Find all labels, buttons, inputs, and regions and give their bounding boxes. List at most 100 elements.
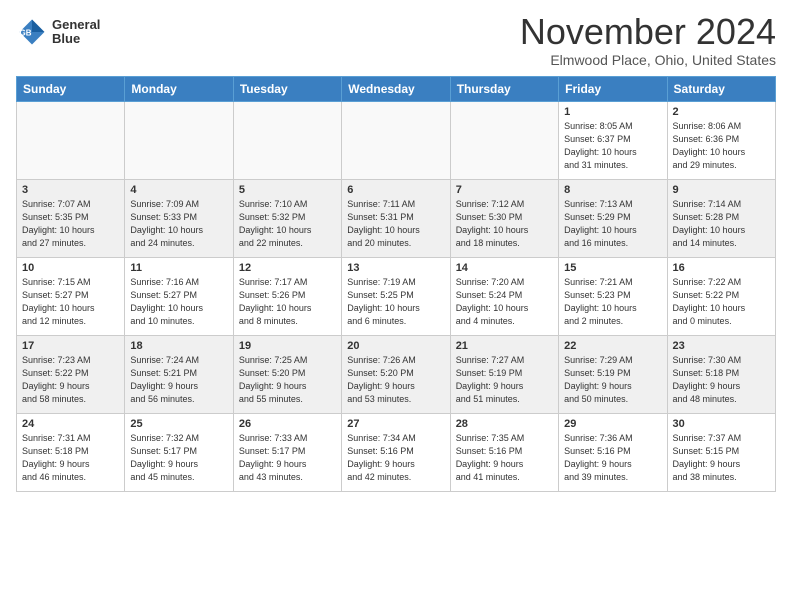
day-number: 7	[456, 184, 553, 196]
day-info: Sunrise: 7:30 AMSunset: 5:18 PMDaylight:…	[673, 354, 770, 406]
day-info: Sunrise: 7:17 AMSunset: 5:26 PMDaylight:…	[239, 276, 336, 328]
day-info: Sunrise: 7:19 AMSunset: 5:25 PMDaylight:…	[347, 276, 444, 328]
weekday-header-thursday: Thursday	[450, 76, 558, 101]
calendar-cell: 7 Sunrise: 7:12 AMSunset: 5:30 PMDaylight…	[450, 179, 558, 257]
day-info: Sunrise: 7:35 AMSunset: 5:16 PMDaylight:…	[456, 432, 553, 484]
day-info: Sunrise: 8:05 AMSunset: 6:37 PMDaylight:…	[564, 120, 661, 172]
calendar-cell	[450, 101, 558, 179]
day-number: 27	[347, 418, 444, 430]
day-number: 5	[239, 184, 336, 196]
calendar-cell: 16 Sunrise: 7:22 AMSunset: 5:22 PMDayligh…	[667, 257, 775, 335]
calendar-cell: 29Sunrise: 7:36 AMSunset: 5:16 PMDayligh…	[559, 413, 667, 491]
day-info: Sunrise: 7:32 AMSunset: 5:17 PMDaylight:…	[130, 432, 227, 484]
day-number: 23	[673, 340, 770, 352]
weekday-header-saturday: Saturday	[667, 76, 775, 101]
calendar-cell: 2Sunrise: 8:06 AMSunset: 6:36 PMDaylight…	[667, 101, 775, 179]
calendar-cell: 24 Sunrise: 7:31 AMSunset: 5:18 PMDayligh…	[17, 413, 125, 491]
calendar-cell: 28 Sunrise: 7:35 AMSunset: 5:16 PMDayligh…	[450, 413, 558, 491]
day-number: 4	[130, 184, 227, 196]
day-number: 28	[456, 418, 553, 430]
title-block: November 2024 Elmwood Place, Ohio, Unite…	[520, 12, 776, 68]
calendar-cell: 23 Sunrise: 7:30 AMSunset: 5:18 PMDayligh…	[667, 335, 775, 413]
calendar-cell	[17, 101, 125, 179]
weekday-header-friday: Friday	[559, 76, 667, 101]
day-number: 21	[456, 340, 553, 352]
calendar-cell: 26 Sunrise: 7:33 AMSunset: 5:17 PMDayligh…	[233, 413, 341, 491]
logo: GB General Blue	[16, 16, 100, 48]
day-number: 8	[564, 184, 661, 196]
calendar-cell: 15Sunrise: 7:21 AMSunset: 5:23 PMDayligh…	[559, 257, 667, 335]
page: GB General Blue November 2024 Elmwood Pl…	[0, 0, 792, 500]
day-number: 6	[347, 184, 444, 196]
header: GB General Blue November 2024 Elmwood Pl…	[16, 12, 776, 68]
day-info: Sunrise: 7:11 AMSunset: 5:31 PMDaylight:…	[347, 198, 444, 250]
day-info: Sunrise: 7:13 AMSunset: 5:29 PMDaylight:…	[564, 198, 661, 250]
svg-text:GB: GB	[20, 29, 32, 38]
calendar-cell: 6 Sunrise: 7:11 AMSunset: 5:31 PMDaylight…	[342, 179, 450, 257]
weekday-header-monday: Monday	[125, 76, 233, 101]
day-info: Sunrise: 7:14 AMSunset: 5:28 PMDaylight:…	[673, 198, 770, 250]
week-row-2: 3Sunrise: 7:07 AMSunset: 5:35 PMDaylight…	[17, 179, 776, 257]
calendar-cell: 18Sunrise: 7:24 AMSunset: 5:21 PMDayligh…	[125, 335, 233, 413]
calendar-cell: 19Sunrise: 7:25 AMSunset: 5:20 PMDayligh…	[233, 335, 341, 413]
day-number: 26	[239, 418, 336, 430]
day-info: Sunrise: 7:24 AMSunset: 5:21 PMDaylight:…	[130, 354, 227, 406]
week-row-1: 1Sunrise: 8:05 AMSunset: 6:37 PMDaylight…	[17, 101, 776, 179]
calendar-cell: 3Sunrise: 7:07 AMSunset: 5:35 PMDaylight…	[17, 179, 125, 257]
week-row-3: 10 Sunrise: 7:15 AMSunset: 5:27 PMDayligh…	[17, 257, 776, 335]
day-number: 22	[564, 340, 661, 352]
day-info: Sunrise: 7:27 AMSunset: 5:19 PMDaylight:…	[456, 354, 553, 406]
calendar-cell: 5 Sunrise: 7:10 AMSunset: 5:32 PMDaylight…	[233, 179, 341, 257]
calendar-cell	[342, 101, 450, 179]
day-info: Sunrise: 7:12 AMSunset: 5:30 PMDaylight:…	[456, 198, 553, 250]
day-info: Sunrise: 7:29 AMSunset: 5:19 PMDaylight:…	[564, 354, 661, 406]
day-info: Sunrise: 7:26 AMSunset: 5:20 PMDaylight:…	[347, 354, 444, 406]
header-row: SundayMondayTuesdayWednesdayThursdayFrid…	[17, 76, 776, 101]
calendar-cell: 14 Sunrise: 7:20 AMSunset: 5:24 PMDayligh…	[450, 257, 558, 335]
day-number: 24	[22, 418, 119, 430]
calendar-cell: 4 Sunrise: 7:09 AMSunset: 5:33 PMDaylight…	[125, 179, 233, 257]
calendar-cell: 10 Sunrise: 7:15 AMSunset: 5:27 PMDayligh…	[17, 257, 125, 335]
day-info: Sunrise: 7:15 AMSunset: 5:27 PMDaylight:…	[22, 276, 119, 328]
day-number: 13	[347, 262, 444, 274]
day-number: 16	[673, 262, 770, 274]
day-number: 2	[673, 106, 770, 118]
day-number: 3	[22, 184, 119, 196]
weekday-header-sunday: Sunday	[17, 76, 125, 101]
calendar-cell: 22 Sunrise: 7:29 AMSunset: 5:19 PMDayligh…	[559, 335, 667, 413]
day-number: 20	[347, 340, 444, 352]
calendar-cell: 30 Sunrise: 7:37 AMSunset: 5:15 PMDayligh…	[667, 413, 775, 491]
calendar-cell: 17Sunrise: 7:23 AMSunset: 5:22 PMDayligh…	[17, 335, 125, 413]
weekday-header-wednesday: Wednesday	[342, 76, 450, 101]
calendar-cell: 25 Sunrise: 7:32 AMSunset: 5:17 PMDayligh…	[125, 413, 233, 491]
calendar-cell: 1Sunrise: 8:05 AMSunset: 6:37 PMDaylight…	[559, 101, 667, 179]
day-number: 10	[22, 262, 119, 274]
day-number: 9	[673, 184, 770, 196]
day-info: Sunrise: 7:22 AMSunset: 5:22 PMDaylight:…	[673, 276, 770, 328]
calendar-cell: 21 Sunrise: 7:27 AMSunset: 5:19 PMDayligh…	[450, 335, 558, 413]
day-number: 30	[673, 418, 770, 430]
day-number: 29	[564, 418, 661, 430]
calendar-cell: 11 Sunrise: 7:16 AMSunset: 5:27 PMDayligh…	[125, 257, 233, 335]
calendar-table: SundayMondayTuesdayWednesdayThursdayFrid…	[16, 76, 776, 492]
week-row-5: 24 Sunrise: 7:31 AMSunset: 5:18 PMDayligh…	[17, 413, 776, 491]
day-info: Sunrise: 7:33 AMSunset: 5:17 PMDaylight:…	[239, 432, 336, 484]
calendar-cell	[233, 101, 341, 179]
day-info: Sunrise: 7:16 AMSunset: 5:27 PMDaylight:…	[130, 276, 227, 328]
day-info: Sunrise: 7:37 AMSunset: 5:15 PMDaylight:…	[673, 432, 770, 484]
calendar-cell	[125, 101, 233, 179]
day-info: Sunrise: 7:10 AMSunset: 5:32 PMDaylight:…	[239, 198, 336, 250]
day-number: 12	[239, 262, 336, 274]
logo-line2: Blue	[52, 31, 80, 46]
location: Elmwood Place, Ohio, United States	[520, 52, 776, 68]
day-info: Sunrise: 7:20 AMSunset: 5:24 PMDaylight:…	[456, 276, 553, 328]
weekday-header-tuesday: Tuesday	[233, 76, 341, 101]
day-number: 11	[130, 262, 227, 274]
day-number: 25	[130, 418, 227, 430]
day-info: Sunrise: 7:09 AMSunset: 5:33 PMDaylight:…	[130, 198, 227, 250]
day-number: 14	[456, 262, 553, 274]
day-info: Sunrise: 7:31 AMSunset: 5:18 PMDaylight:…	[22, 432, 119, 484]
calendar-cell: 13 Sunrise: 7:19 AMSunset: 5:25 PMDayligh…	[342, 257, 450, 335]
day-info: Sunrise: 7:34 AMSunset: 5:16 PMDaylight:…	[347, 432, 444, 484]
logo-line1: General	[52, 17, 100, 32]
